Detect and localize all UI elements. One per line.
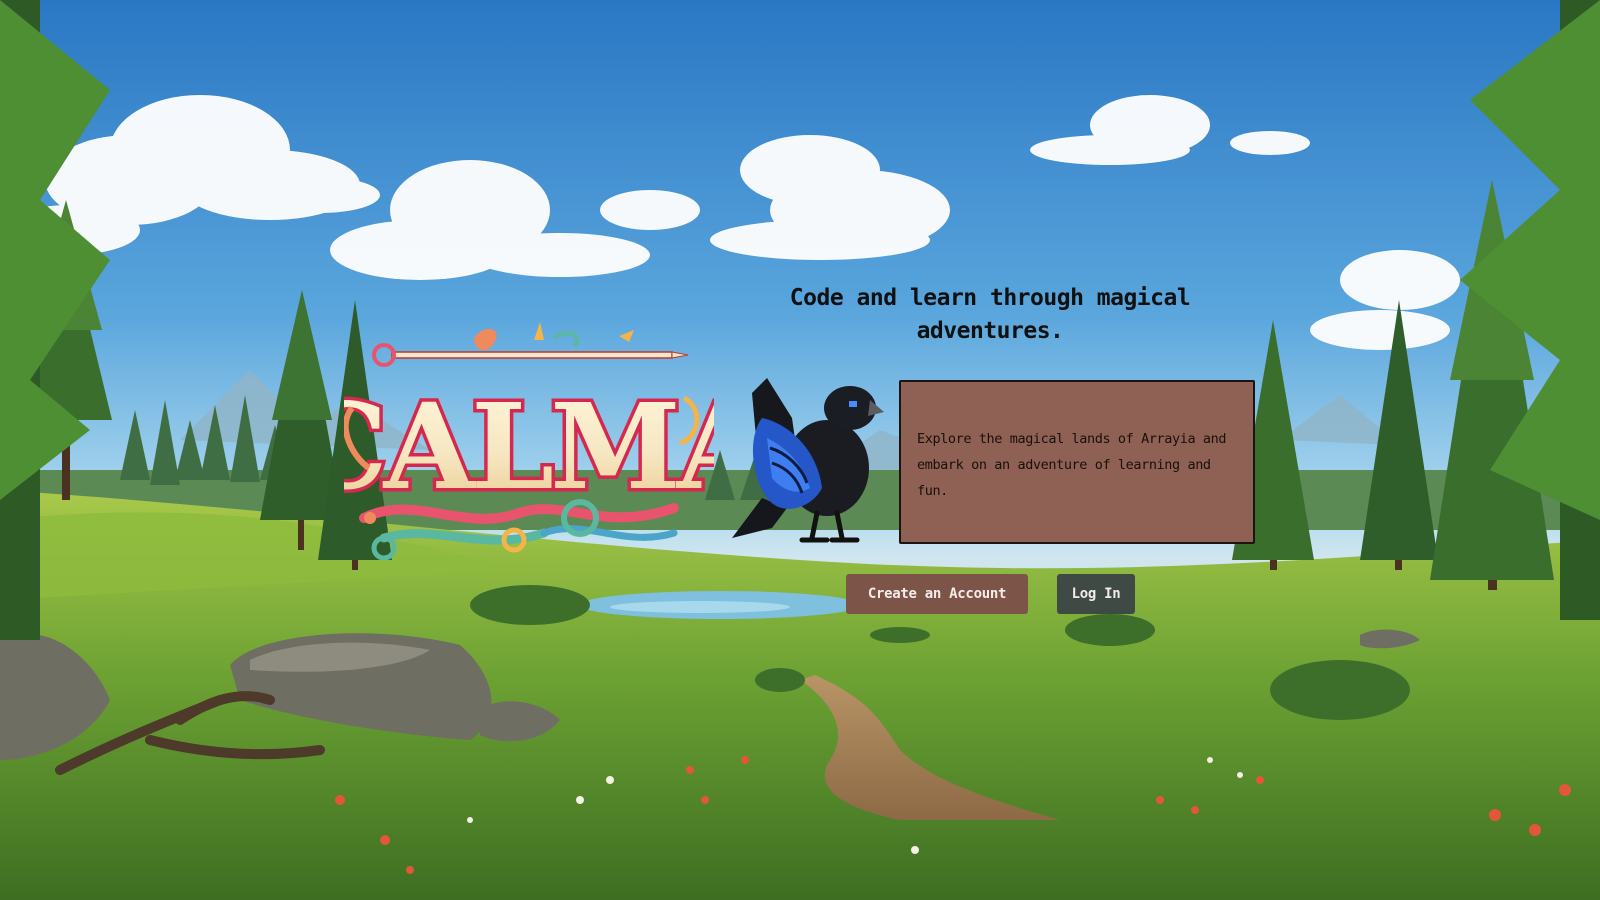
- svg-text:CALMA: CALMA: [344, 377, 714, 516]
- log-in-button[interactable]: Log In: [1057, 574, 1135, 614]
- description-panel: Explore the magical lands of Arrayia and…: [899, 380, 1255, 544]
- hero-headline: Code and learn through magical adventure…: [789, 285, 1191, 344]
- description-text: Explore the magical lands of Arrayia and…: [917, 431, 1227, 499]
- create-account-button[interactable]: Create an Account: [846, 574, 1028, 614]
- raven-icon: [732, 378, 884, 543]
- calma-logo: CALMA: [344, 322, 714, 561]
